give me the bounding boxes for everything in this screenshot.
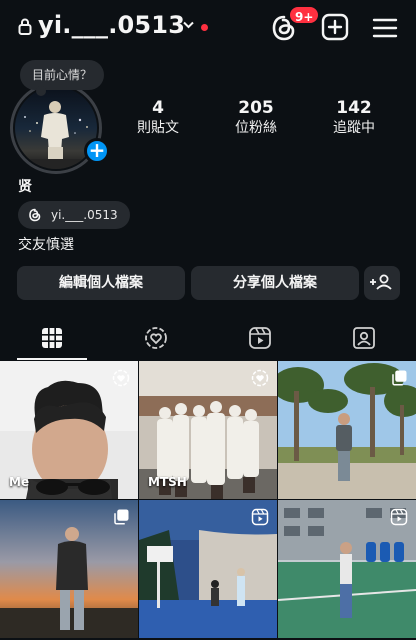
stat-followers-count: 205 xyxy=(238,98,274,118)
suggested-people-button[interactable] xyxy=(364,266,400,300)
tagged-icon xyxy=(353,327,375,349)
tab-tagged[interactable] xyxy=(312,318,416,360)
account-switcher[interactable]: yi.___.0513 xyxy=(38,11,185,39)
grid-icon xyxy=(42,328,62,348)
threads-small-icon xyxy=(29,208,41,222)
lock-icon xyxy=(18,18,32,35)
post-caption: MTSH xyxy=(148,475,187,489)
stat-following-count: 142 xyxy=(336,98,372,118)
note-bubble-tail xyxy=(36,86,46,96)
stat-posts[interactable]: 4 則貼文 xyxy=(118,98,198,138)
share-profile-button[interactable]: 分享個人檔案 xyxy=(191,266,359,300)
threads-link[interactable]: yi.___.0513 xyxy=(18,201,130,229)
reel-icon xyxy=(251,508,269,526)
stat-posts-label: 則貼文 xyxy=(137,120,179,136)
bio: 交友慎選 xyxy=(18,237,74,253)
notification-badge: 9+ xyxy=(288,5,321,25)
grid-post[interactable]: Me xyxy=(0,361,138,499)
grid-post[interactable] xyxy=(0,500,138,638)
tab-posts-grid[interactable] xyxy=(0,318,104,360)
tab-reels[interactable] xyxy=(208,318,312,360)
stat-posts-count: 4 xyxy=(152,98,164,118)
grid-post[interactable]: MTSH xyxy=(139,361,277,499)
carousel-icon xyxy=(392,370,407,386)
profile-tabs xyxy=(0,318,416,360)
chevron-down-icon[interactable] xyxy=(182,20,195,30)
grid-post[interactable] xyxy=(278,361,416,499)
stat-followers-label: 位粉絲 xyxy=(235,120,277,136)
active-tab-indicator xyxy=(17,358,87,360)
new-account-dot xyxy=(201,24,208,31)
carousel-icon xyxy=(114,509,129,525)
grid-post[interactable] xyxy=(139,500,277,638)
stat-following[interactable]: 142 追蹤中 xyxy=(314,98,394,138)
top-bar: yi.___.0513 9+ xyxy=(0,0,416,56)
display-name: 贤 xyxy=(18,179,32,195)
add-person-icon xyxy=(370,274,392,290)
collab-icon xyxy=(251,369,269,387)
grid-post[interactable] xyxy=(278,500,416,638)
note-bubble[interactable]: 目前心情？ xyxy=(20,60,105,90)
tab-collabs[interactable] xyxy=(104,318,208,360)
collab-icon xyxy=(112,369,130,387)
post-caption: Me xyxy=(9,475,30,489)
threads-handle: yi.___.0513 xyxy=(51,208,118,222)
edit-profile-button[interactable]: 編輯個人檔案 xyxy=(17,266,185,300)
reels-icon xyxy=(249,327,271,349)
collab-icon xyxy=(145,327,167,349)
stat-followers[interactable]: 205 位粉絲 xyxy=(216,98,296,138)
create-plus-icon[interactable] xyxy=(320,12,350,42)
menu-icon[interactable] xyxy=(370,13,400,43)
add-story-icon[interactable]: + xyxy=(84,138,110,164)
reel-icon xyxy=(390,508,408,526)
stat-following-label: 追蹤中 xyxy=(333,120,375,136)
